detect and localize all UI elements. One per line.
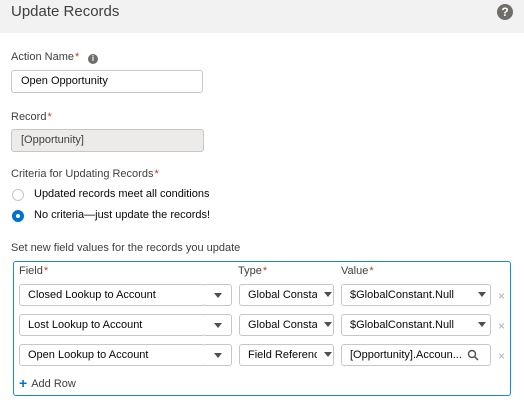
row-1-field-dropdown-button[interactable] [205,284,232,306]
row-2-field-dropdown-button[interactable] [205,314,232,336]
chevron-down-icon [324,322,332,327]
record-label: Record* [11,111,52,123]
chevron-down-icon [214,293,222,298]
action-name-input[interactable]: Open Opportunity [11,70,203,93]
row-3-type-select[interactable]: Field Reference [239,344,334,366]
row-3-field-combobox[interactable]: Open Lookup to Account [19,344,206,366]
criteria-no-criteria-label[interactable]: No criteria—just update the records! [34,209,210,221]
chevron-down-icon [478,292,486,297]
add-row-button[interactable]: + Add Row [19,375,76,391]
panel-header: Update Records ? [0,0,524,31]
row-1-value-select[interactable]: $GlobalConstant.Null [341,284,491,306]
field-values-label: Set new field values for the records you… [11,242,241,254]
chevron-down-icon [214,353,222,358]
page-title: Update Records [11,3,120,20]
row-3-field-dropdown-button[interactable] [205,344,232,366]
row-2-field-combobox[interactable]: Lost Lookup to Account [19,314,206,336]
plus-icon: + [19,375,28,391]
value-column-header: Value* [341,265,374,277]
chevron-down-icon [214,323,222,328]
search-icon[interactable] [467,349,479,361]
add-row-label: Add Row [31,378,76,390]
row-2-value-select[interactable]: $GlobalConstant.Null [341,314,491,336]
help-icon[interactable]: ? [497,4,513,20]
row-2-remove-icon[interactable]: × [498,320,505,332]
chevron-down-icon [324,352,332,357]
info-icon[interactable]: i [88,54,98,64]
record-field: [Opportunity] [11,129,204,152]
chevron-down-icon [478,322,486,327]
row-2-type-select[interactable]: Global Constant [239,314,334,336]
row-3-remove-icon[interactable]: × [498,350,505,362]
action-name-label: Action Name* [11,51,80,63]
criteria-no-criteria-radio[interactable] [12,210,24,222]
criteria-label: Criteria for Updating Records* [11,168,159,180]
criteria-all-conditions-label[interactable]: Updated records meet all conditions [34,188,209,200]
type-column-header: Type* [238,265,268,277]
field-column-header: Field* [19,265,49,277]
chevron-down-icon [324,292,332,297]
row-1-type-select[interactable]: Global Constant [239,284,334,306]
row-1-remove-icon[interactable]: × [498,290,505,302]
row-1-field-combobox[interactable]: Closed Lookup to Account [19,284,206,306]
criteria-all-conditions-radio[interactable] [12,189,24,201]
